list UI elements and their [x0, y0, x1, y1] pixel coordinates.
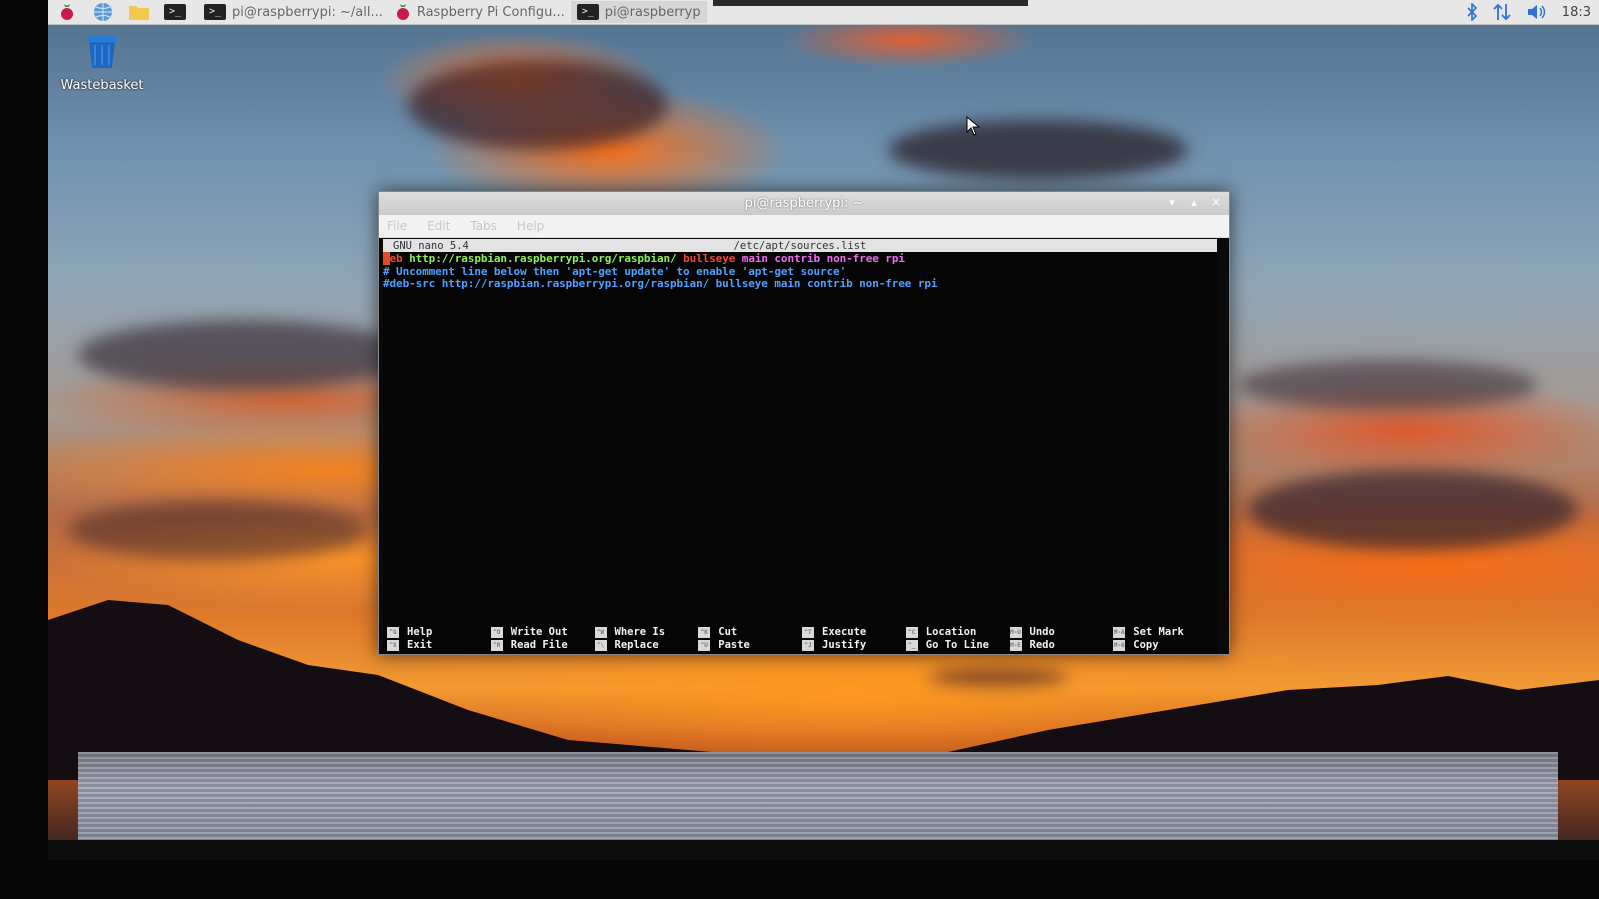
file-manager-icon[interactable] [126, 0, 152, 24]
shortcut-key: M-6 [1113, 639, 1126, 651]
shortcut-help-exit: ^G Help ^X Exit [387, 626, 491, 652]
shortcut-key: ^X [387, 639, 399, 651]
menu-file[interactable]: File [387, 219, 407, 233]
wastebasket-label: Wastebasket [60, 78, 144, 93]
terminal-window[interactable]: pi@raspberrypi: ~ ▾ ▴ ✕ File Edit Tabs H… [378, 191, 1230, 655]
shortcut-key: ^G [387, 626, 399, 638]
wastebasket-desktop-icon[interactable]: Wastebasket [60, 32, 144, 93]
line-url: http://raspbian.raspberrypi.org/raspbian… [409, 252, 677, 265]
nano-text-area[interactable]: deb http://raspbian.raspberrypi.org/rasp… [383, 252, 1217, 291]
shortcut-write-read: ^O Write Out ^R Read File [490, 626, 595, 652]
cloud-shape [1248, 470, 1578, 550]
cloud-shape [1238, 360, 1538, 410]
shortcut-key: ^O [490, 626, 503, 638]
menu-tabs[interactable]: Tabs [470, 219, 497, 233]
shortcut-label: Justify [822, 639, 867, 651]
shortcut-mark-copy: M-A Set Mark M-6 Copy [1113, 626, 1217, 652]
shortcut-label: Copy [1133, 639, 1159, 651]
shortcut-key: ^\ [594, 639, 607, 651]
shortcut-key: ^J [802, 639, 814, 651]
taskbar-item-config[interactable]: Raspberry Pi Configu... [389, 1, 571, 23]
menu-edit[interactable]: Edit [427, 219, 450, 233]
taskbar-item-label: Raspberry Pi Configu... [416, 4, 565, 20]
shortcut-label: Redo [1029, 639, 1055, 651]
window-controls: ▾ ▴ ✕ [1165, 195, 1223, 211]
text-line: #deb-src http://raspbian.raspberrypi.org… [383, 277, 938, 290]
terminal-icon: >_ [204, 4, 226, 20]
terminal-menubar: File Edit Tabs Help [379, 215, 1229, 238]
window-title: pi@raspberrypi: ~ [744, 196, 864, 211]
terminal-icon: >_ [576, 4, 599, 20]
lake-water [78, 752, 1558, 840]
minimize-icon[interactable]: ▾ [1165, 195, 1179, 211]
window-titlebar[interactable]: pi@raspberrypi: ~ ▾ ▴ ✕ [379, 192, 1229, 215]
desktop-screen: >_ >_ pi@raspberrypi: ~/all... Raspberry… [48, 0, 1599, 860]
cloud-shape [408, 60, 668, 150]
shortcut-key: M-U [1009, 626, 1022, 638]
nano-shortcut-bar: ^G Help ^X Exit ^O Write Out ^R Read File ^W… [387, 626, 1217, 652]
shortcut-key: ^C [905, 626, 918, 638]
shortcut-key: ^U [698, 639, 711, 651]
web-browser-icon[interactable] [90, 0, 116, 24]
shortcut-key: ^R [490, 639, 503, 651]
shortcut-label: Exit [407, 639, 433, 651]
shortcut-label: Execute [822, 626, 867, 638]
network-icon[interactable] [1492, 3, 1512, 21]
taskbar-item-terminal-1[interactable]: >_ pi@raspberrypi: ~/all... [198, 1, 389, 23]
shortcut-label: Replace [614, 639, 659, 651]
line-keyword: eb [389, 252, 403, 265]
text-line: deb http://raspbian.raspberrypi.org/rasp… [383, 252, 1217, 266]
top-panel: >_ >_ pi@raspberrypi: ~/all... Raspberry… [48, 0, 1599, 25]
mouse-cursor-icon [966, 116, 980, 136]
shortcut-label: Paste [718, 639, 750, 651]
cloud-shape [888, 120, 1188, 180]
shortcut-label: Cut [718, 626, 738, 638]
maximize-icon[interactable]: ▴ [1187, 195, 1201, 211]
clock[interactable]: 18:3 [1562, 5, 1591, 20]
nano-header: GNU nano 5.4 /etc/apt/sources.list [383, 239, 1217, 252]
volume-icon[interactable] [1526, 3, 1548, 21]
taskbar-item-label: pi@raspberryp [604, 4, 701, 20]
shortcut-label: Set Mark [1133, 626, 1184, 638]
system-tray: 18:3 [1466, 3, 1599, 21]
shortcut-location-goto: ^C Location ^_ Go To Line [905, 626, 1010, 652]
trash-icon [87, 36, 117, 68]
line-components: main contrib non-free rpi [741, 252, 905, 265]
menu-help[interactable]: Help [517, 219, 544, 233]
line-suite: bullseye [683, 252, 736, 265]
shortcut-key: ^W [594, 626, 607, 638]
shortcut-label: Help [407, 626, 433, 638]
cloud-shape [78, 320, 408, 390]
terminal-launcher-icon[interactable]: >_ [162, 0, 188, 24]
raspberry-icon [396, 4, 409, 20]
shortcut-key: ^_ [905, 639, 918, 651]
shortcut-key: ^T [802, 626, 814, 638]
shortcut-label: Write Out [510, 626, 568, 638]
shortcut-key: M-E [1009, 639, 1022, 651]
nano-filename: /etc/apt/sources.list [733, 239, 867, 252]
screen-bezel [48, 840, 1599, 860]
shortcut-label: Where Is [614, 626, 666, 638]
shortcut-label: Undo [1029, 626, 1055, 638]
shortcut-label: Go To Line [925, 639, 989, 651]
taskbar-item-label: pi@raspberrypi: ~/all... [232, 4, 383, 20]
shortcut-cut-paste: ^K Cut ^U Paste [698, 626, 802, 652]
shortcut-label: Location [925, 626, 977, 638]
shortcut-label: Read File [510, 639, 568, 651]
taskbar-item-terminal-2[interactable]: >_ pi@raspberryp [570, 1, 707, 23]
shortcut-where-replace: ^W Where Is ^\ Replace [594, 626, 699, 652]
shortcut-undo-redo: M-U Undo M-E Redo [1009, 626, 1114, 652]
close-icon[interactable]: ✕ [1209, 195, 1223, 211]
panel-gap [712, 0, 1028, 6]
nano-editor[interactable]: GNU nano 5.4 /etc/apt/sources.list deb h… [383, 239, 1217, 654]
cloud-shape [68, 500, 368, 560]
shortcut-key: ^K [698, 626, 711, 638]
shortcut-execute-justify: ^T Execute ^J Justify [802, 626, 906, 652]
shortcut-key: M-A [1113, 626, 1126, 638]
raspberry-menu-icon[interactable] [54, 0, 80, 24]
bluetooth-icon[interactable] [1466, 3, 1478, 21]
